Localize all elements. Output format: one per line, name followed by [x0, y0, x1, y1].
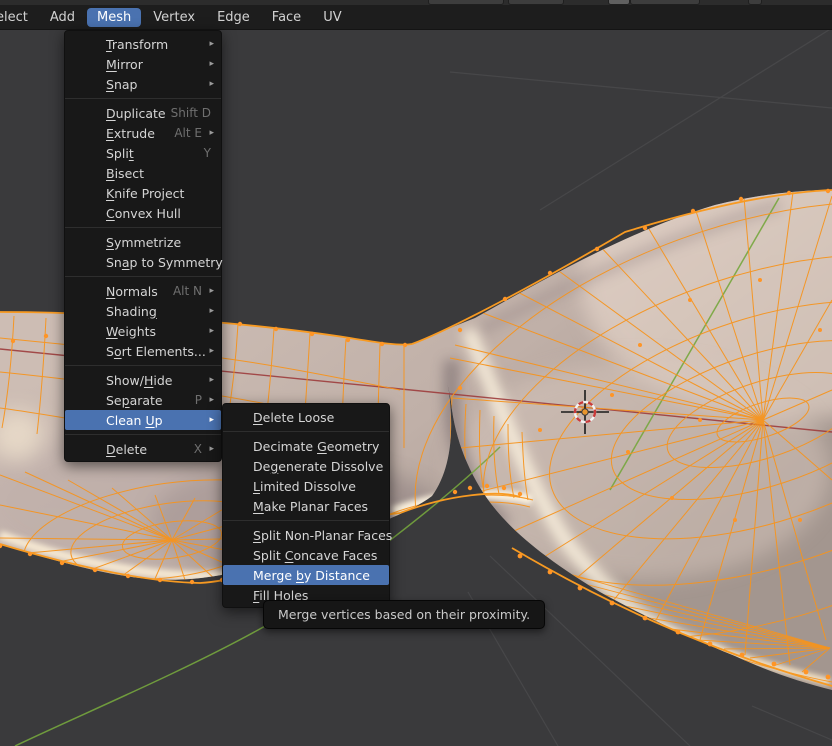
menu-item-label: Delete [106, 442, 147, 457]
menu-item-shortcut: P [195, 393, 202, 407]
menu-item-label: Symmetrize [106, 235, 181, 250]
menu-item-normals[interactable]: Normals Alt N▸ [65, 281, 221, 301]
menu-item-mirror[interactable]: Mirror ▸ [65, 54, 221, 74]
menu-item-delete-loose[interactable]: Delete Loose [223, 407, 389, 427]
submenu-arrow-icon: ▸ [205, 444, 214, 454]
menu-item-show-hide[interactable]: Show/Hide ▸ [65, 370, 221, 390]
menu-item-label: Clean Up [106, 413, 163, 428]
cleanup-submenu: Delete Loose Decimate Geometry Degenerate … [222, 403, 390, 608]
menu-item-shortcut: X [194, 442, 202, 456]
menu-item-split-concave-faces[interactable]: Split Concave Faces [223, 545, 389, 565]
menu-item-shortcut: Alt E [174, 126, 202, 140]
menu-item-degenerate-dissolve[interactable]: Degenerate Dissolve [223, 456, 389, 476]
mesh-menu-dropdown: Transform ▸ Mirror ▸ Snap ▸ Duplicate Shift D Ex… [64, 30, 222, 462]
tooltip-text: Merge vertices based on their proximity. [278, 607, 530, 622]
menu-item-label: Degenerate Dissolve [253, 459, 383, 474]
menu-item-label: Split Concave Faces [253, 548, 377, 563]
menu-item-label: Mirror [106, 57, 143, 72]
menu-item-snap-to-symmetry[interactable]: Snap to Symmetry [65, 252, 221, 272]
menu-item-shortcut: Y [204, 146, 211, 160]
menu-item-extrude[interactable]: Extrude Alt E▸ [65, 123, 221, 143]
menu-item-delete[interactable]: Delete X▸ [65, 439, 221, 459]
menu-item-clean-up[interactable]: Clean Up ▸ [65, 410, 221, 430]
menubar-item-vertex[interactable]: Vertex [143, 8, 205, 27]
menubar-item-uv[interactable]: UV [313, 8, 351, 27]
menu-separator [223, 431, 389, 432]
menu-item-label: Knife Project [106, 186, 184, 201]
menubar-item-add[interactable]: Add [40, 8, 85, 27]
menu-item-label: Weights [106, 324, 156, 339]
menu-item-symmetrize[interactable]: Symmetrize [65, 232, 221, 252]
menu-item-label: Convex Hull [106, 206, 181, 221]
blender-window: electAddMeshVertexEdgeFaceUV Transform▸M… [0, 0, 832, 746]
menu-item-bisect[interactable]: Bisect [65, 163, 221, 183]
menu-item-shortcut: Alt N [173, 284, 202, 298]
menu-item-label: Shading [106, 304, 157, 319]
menu-item-convex-hull[interactable]: Convex Hull [65, 203, 221, 223]
menubar-item-select-partial[interactable]: elect [0, 8, 38, 27]
submenu-arrow-icon: ▸ [205, 79, 214, 89]
menu-item-duplicate[interactable]: Duplicate Shift D [65, 103, 221, 123]
submenu-arrow-icon: ▸ [205, 59, 214, 69]
menu-item-shading[interactable]: Shading ▸ [65, 301, 221, 321]
menu-separator [65, 434, 221, 435]
menu-item-weights[interactable]: Weights ▸ [65, 321, 221, 341]
menu-separator [65, 276, 221, 277]
viewport-menubar: electAddMeshVertexEdgeFaceUV [0, 5, 832, 30]
submenu-arrow-icon: ▸ [205, 39, 214, 49]
menu-item-label: Extrude [106, 126, 155, 141]
menu-item-merge-by-distance[interactable]: Merge by Distance [223, 565, 389, 585]
submenu-arrow-icon: ▸ [205, 326, 214, 336]
menu-item-label: Merge by Distance [253, 568, 370, 583]
menu-item-limited-dissolve[interactable]: Limited Dissolve [223, 476, 389, 496]
menu-item-split[interactable]: Split Y [65, 143, 221, 163]
menu-item-knife-project[interactable]: Knife Project [65, 183, 221, 203]
menu-item-sort-elements[interactable]: Sort Elements...▸ [65, 341, 221, 361]
menu-item-label: Show/Hide [106, 373, 172, 388]
submenu-arrow-icon: ▸ [205, 375, 214, 385]
menu-item-label: Sort Elements... [106, 344, 206, 359]
menu-item-label: Make Planar Faces [253, 499, 368, 514]
menu-item-label: Split Non-Planar Faces [253, 528, 392, 543]
menu-separator [65, 365, 221, 366]
menu-item-label: Snap [106, 77, 137, 92]
submenu-arrow-icon: ▸ [205, 306, 214, 316]
menu-item-transform[interactable]: Transform ▸ [65, 34, 221, 54]
tooltip: Merge vertices based on their proximity. [263, 600, 545, 629]
menu-item-label: Separate [106, 393, 163, 408]
menu-item-label: Snap to Symmetry [106, 255, 223, 270]
submenu-arrow-icon: ▸ [205, 286, 214, 296]
menu-item-make-planar-faces[interactable]: Make Planar Faces [223, 496, 389, 516]
menubar-item-mesh[interactable]: Mesh [87, 8, 141, 27]
submenu-arrow-icon: ▸ [206, 346, 214, 356]
menu-item-split-non-planar-faces[interactable]: Split Non-Planar Faces [223, 525, 389, 545]
menu-separator [65, 227, 221, 228]
menu-item-label: Bisect [106, 166, 144, 181]
menu-item-separate[interactable]: Separate P▸ [65, 390, 221, 410]
menu-item-snap[interactable]: Snap ▸ [65, 74, 221, 94]
menubar-item-face[interactable]: Face [262, 8, 311, 27]
menu-item-label: Delete Loose [253, 410, 334, 425]
menu-separator [223, 520, 389, 521]
menu-item-label: Decimate Geometry [253, 439, 379, 454]
menu-item-shortcut: Shift D [171, 106, 211, 120]
submenu-arrow-icon: ▸ [205, 128, 214, 138]
menu-separator [65, 98, 221, 99]
menu-item-decimate-geometry[interactable]: Decimate Geometry [223, 436, 389, 456]
menu-item-label: Duplicate [106, 106, 166, 121]
menu-item-label: Transform [106, 37, 168, 52]
submenu-arrow-icon: ▸ [205, 415, 214, 425]
menu-item-label: Split [106, 146, 134, 161]
menu-item-label: Normals [106, 284, 158, 299]
menubar-item-edge[interactable]: Edge [207, 8, 260, 27]
menu-item-label: Limited Dissolve [253, 479, 356, 494]
submenu-arrow-icon: ▸ [205, 395, 214, 405]
